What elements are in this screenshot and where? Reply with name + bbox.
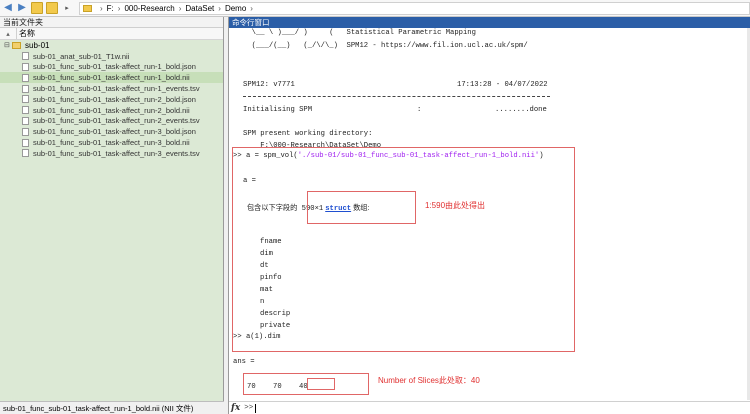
file-list-item[interactable]: sub-01_func_sub-01_task-affect_run-1_bol… (0, 72, 223, 84)
column-header: ▴ 名称 (0, 28, 223, 40)
file-icon (22, 116, 29, 125)
panel-title: 当前文件夹 (0, 17, 223, 28)
file-list-item[interactable]: sub-01_func_sub-01_task-affect_run-2_bol… (0, 94, 223, 105)
file-name: sub-01_func_sub-01_task-affect_run-2_bol… (33, 94, 196, 104)
back-arrow-icon: ◀ (4, 2, 12, 13)
banner-line-1: \__ \ )___/ ) ( Statistical Parametric M… (243, 29, 476, 37)
file-icon (22, 62, 29, 71)
command-window: 命令行窗口 \__ \ )___/ ) ( Statistical Parame… (228, 17, 750, 414)
init-done: ........done (495, 106, 547, 114)
file-list-item[interactable]: sub-01_func_sub-01_task-affect_run-3_eve… (0, 148, 223, 159)
file-name: sub-01_func_sub-01_task-affect_run-3_bol… (33, 138, 190, 148)
file-name: sub-01_func_sub-01_task-affect_run-2_eve… (33, 116, 200, 126)
init-colon: : (417, 106, 422, 114)
dim-highlight-box (243, 373, 369, 395)
file-icon (22, 84, 29, 93)
file-name: sub-01_func_sub-01_task-affect_run-1_bol… (33, 73, 190, 83)
spm-vol-highlight-box (232, 147, 575, 352)
slices-highlight-box (307, 378, 335, 390)
command-prompt-bar[interactable]: fx >> (229, 401, 750, 414)
file-name: sub-01_func_sub-01_task-affect_run-3_eve… (33, 148, 200, 158)
file-list-item[interactable]: sub-01_func_sub-01_task-affect_run-3_bol… (0, 137, 223, 148)
dropdown-icon[interactable]: ▸ (61, 2, 73, 14)
pwd-label: SPM present working directory: (243, 130, 373, 138)
command-prompt: >> (244, 404, 254, 412)
current-folder-panel: 当前文件夹 ▴ 名称 ⊟ sub-01 sub-01_anat_sub-01_T… (0, 17, 224, 414)
address-bar[interactable]: › F: › 000-Research › DataSet › Demo › (79, 1, 750, 15)
struct-highlight-box (307, 191, 416, 224)
breadcrumb-research[interactable]: 000-Research (124, 4, 174, 13)
fx-icon[interactable]: fx (231, 403, 240, 413)
file-icon (22, 149, 29, 158)
file-name: sub-01_func_sub-01_task-affect_run-1_bol… (33, 62, 196, 72)
breadcrumb-demo[interactable]: Demo (225, 4, 246, 13)
breadcrumb-drive[interactable]: F: (107, 4, 114, 13)
address-toolbar: ◀ ▶ ▸ › F: › 000-Research › DataSet › De… (0, 0, 750, 17)
spm-timestamp: 17:13:28 - 04/07/2022 (457, 81, 548, 89)
file-list-item[interactable]: sub-01_func_sub-01_task-affect_run-3_bol… (0, 126, 223, 137)
file-icon (22, 127, 29, 136)
file-name: sub-01_func_sub-01_task-affect_run-2_bol… (33, 105, 190, 115)
status-bar: sub-01_func_sub-01_task-affect_run-1_bol… (0, 401, 224, 414)
init-label: Initialising SPM (243, 106, 313, 114)
back-button[interactable]: ◀ (2, 2, 14, 14)
ans-equals: ans = (233, 358, 255, 366)
folder-icon (83, 4, 92, 12)
sort-arrow-icon[interactable]: ▴ (0, 30, 16, 38)
file-icon (22, 95, 29, 104)
file-icon (22, 52, 29, 61)
forward-arrow-icon: ▶ (18, 2, 26, 13)
tree-root-folder[interactable]: ⊟ sub-01 (0, 40, 223, 51)
banner-line-2: (___/(__) (_/\/\_) SPM12 - https://www.f… (243, 42, 528, 50)
command-window-title: 命令行窗口 (229, 17, 750, 28)
browse-folder-icon[interactable] (46, 2, 58, 14)
name-column-header[interactable]: 名称 (16, 28, 41, 39)
root-folder-label: sub-01 (25, 40, 50, 50)
spm-version: SPM12: v7771 (243, 81, 295, 89)
file-name: sub-01_func_sub-01_task-affect_run-3_bol… (33, 127, 196, 137)
file-list: sub-01_anat_sub-01_T1w.nii sub-01_func_su… (0, 51, 223, 159)
file-list-item[interactable]: sub-01_func_sub-01_task-affect_run-1_bol… (0, 62, 223, 73)
forward-button[interactable]: ▶ (16, 2, 28, 14)
file-list-item[interactable]: sub-01_func_sub-01_task-affect_run-2_bol… (0, 105, 223, 116)
breadcrumb-dataset[interactable]: DataSet (185, 4, 214, 13)
file-icon (22, 138, 29, 147)
file-name: sub-01_func_sub-01_task-affect_run-1_eve… (33, 84, 200, 94)
file-icon (22, 73, 29, 82)
divider-line (243, 96, 550, 97)
text-cursor (255, 403, 257, 413)
file-list-item[interactable]: sub-01_func_sub-01_task-affect_run-2_eve… (0, 116, 223, 127)
up-folder-icon[interactable] (31, 2, 43, 14)
annotation-note-1: 1:590由此处得出 (425, 201, 486, 210)
collapse-icon[interactable]: ⊟ (4, 41, 12, 49)
folder-icon (12, 41, 21, 49)
file-list-item[interactable]: sub-01_anat_sub-01_T1w.nii (0, 51, 223, 62)
file-icon (22, 106, 29, 115)
file-name: sub-01_anat_sub-01_T1w.nii (33, 51, 130, 61)
file-list-item[interactable]: sub-01_func_sub-01_task-affect_run-1_eve… (0, 83, 223, 94)
annotation-note-2: Number of Slices此处取：40 (378, 376, 480, 385)
